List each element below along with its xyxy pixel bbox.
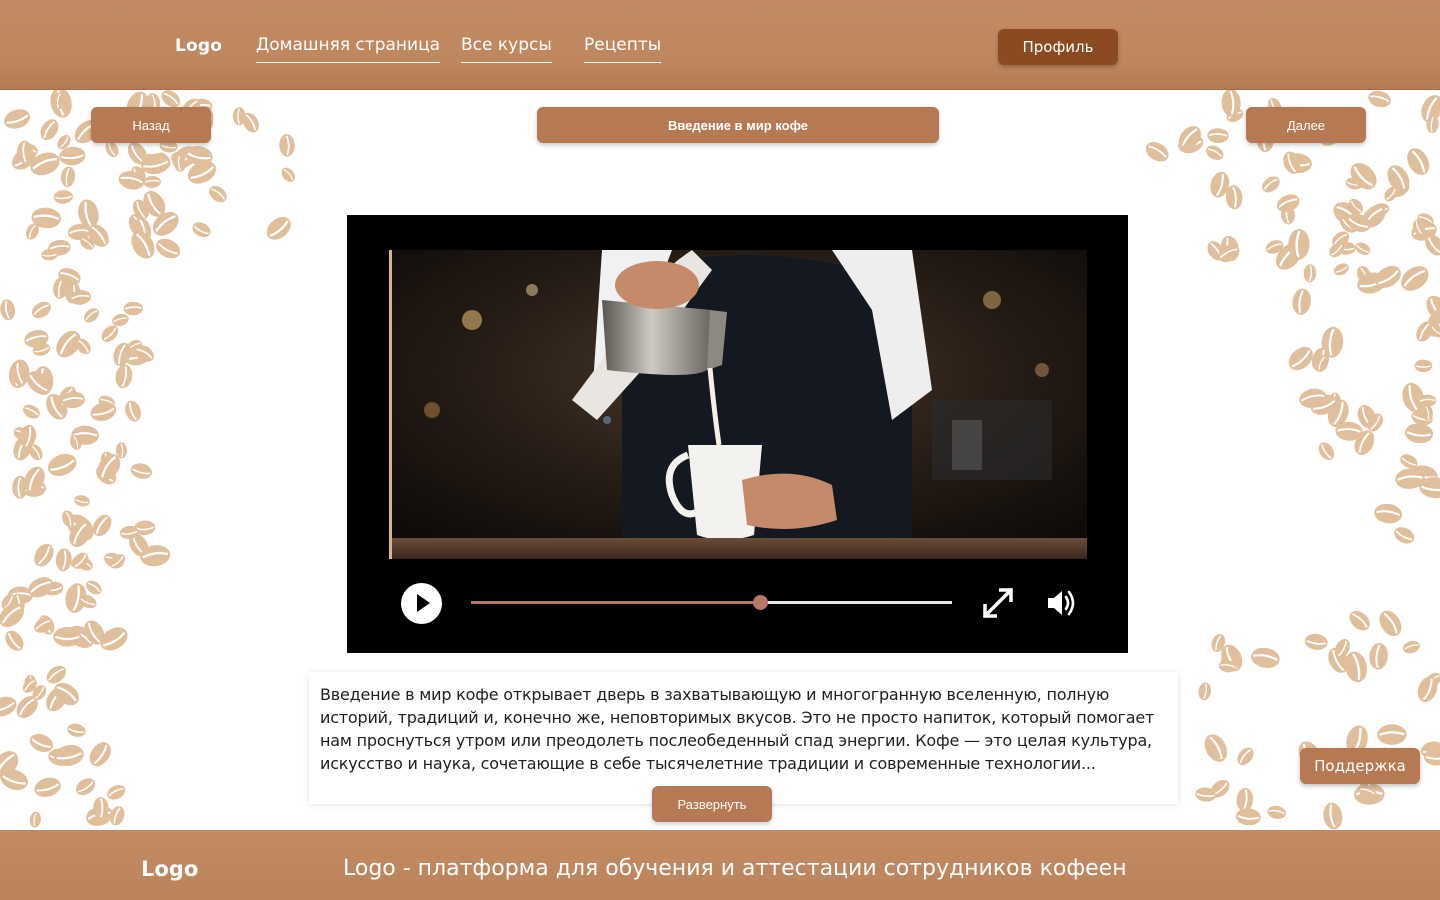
footer-logo[interactable]: Logo (141, 857, 198, 881)
fullscreen-icon[interactable] (981, 586, 1015, 620)
video-player[interactable] (347, 215, 1128, 653)
barista-pouring-milk-image (392, 250, 1087, 559)
play-icon[interactable] (401, 583, 442, 624)
back-button[interactable]: Назад (91, 107, 211, 143)
site-header: Logo Домашняя страница Все курсы Рецепты… (0, 0, 1440, 90)
support-button[interactable]: Поддержка (1300, 748, 1420, 784)
lesson-title: Введение в мир кофе (537, 107, 939, 143)
video-controls (347, 575, 1128, 635)
nav-recipes-link[interactable]: Рецепты (584, 35, 662, 63)
progress-slider[interactable] (471, 595, 952, 610)
nav-all-courses-link[interactable]: Все курсы (461, 35, 552, 63)
profile-button[interactable]: Профиль (998, 29, 1118, 65)
progress-fill (471, 601, 760, 604)
volume-icon[interactable] (1044, 586, 1078, 620)
expand-button[interactable]: Развернуть (652, 786, 772, 822)
lesson-description-card: Введение в мир кофе открывает дверь в за… (309, 672, 1178, 804)
next-button[interactable]: Далее (1246, 107, 1366, 143)
header-logo[interactable]: Logo (175, 36, 222, 56)
footer-tagline: Logo - платформа для обучения и аттестац… (343, 856, 1127, 881)
video-frame[interactable] (389, 250, 1087, 559)
site-footer: Logo Logo - платформа для обучения и атт… (0, 830, 1440, 900)
lesson-description-text: Введение в мир кофе открывает дверь в за… (320, 685, 1155, 773)
progress-handle[interactable] (752, 595, 768, 610)
nav-home-link[interactable]: Домашняя страница (256, 35, 441, 63)
